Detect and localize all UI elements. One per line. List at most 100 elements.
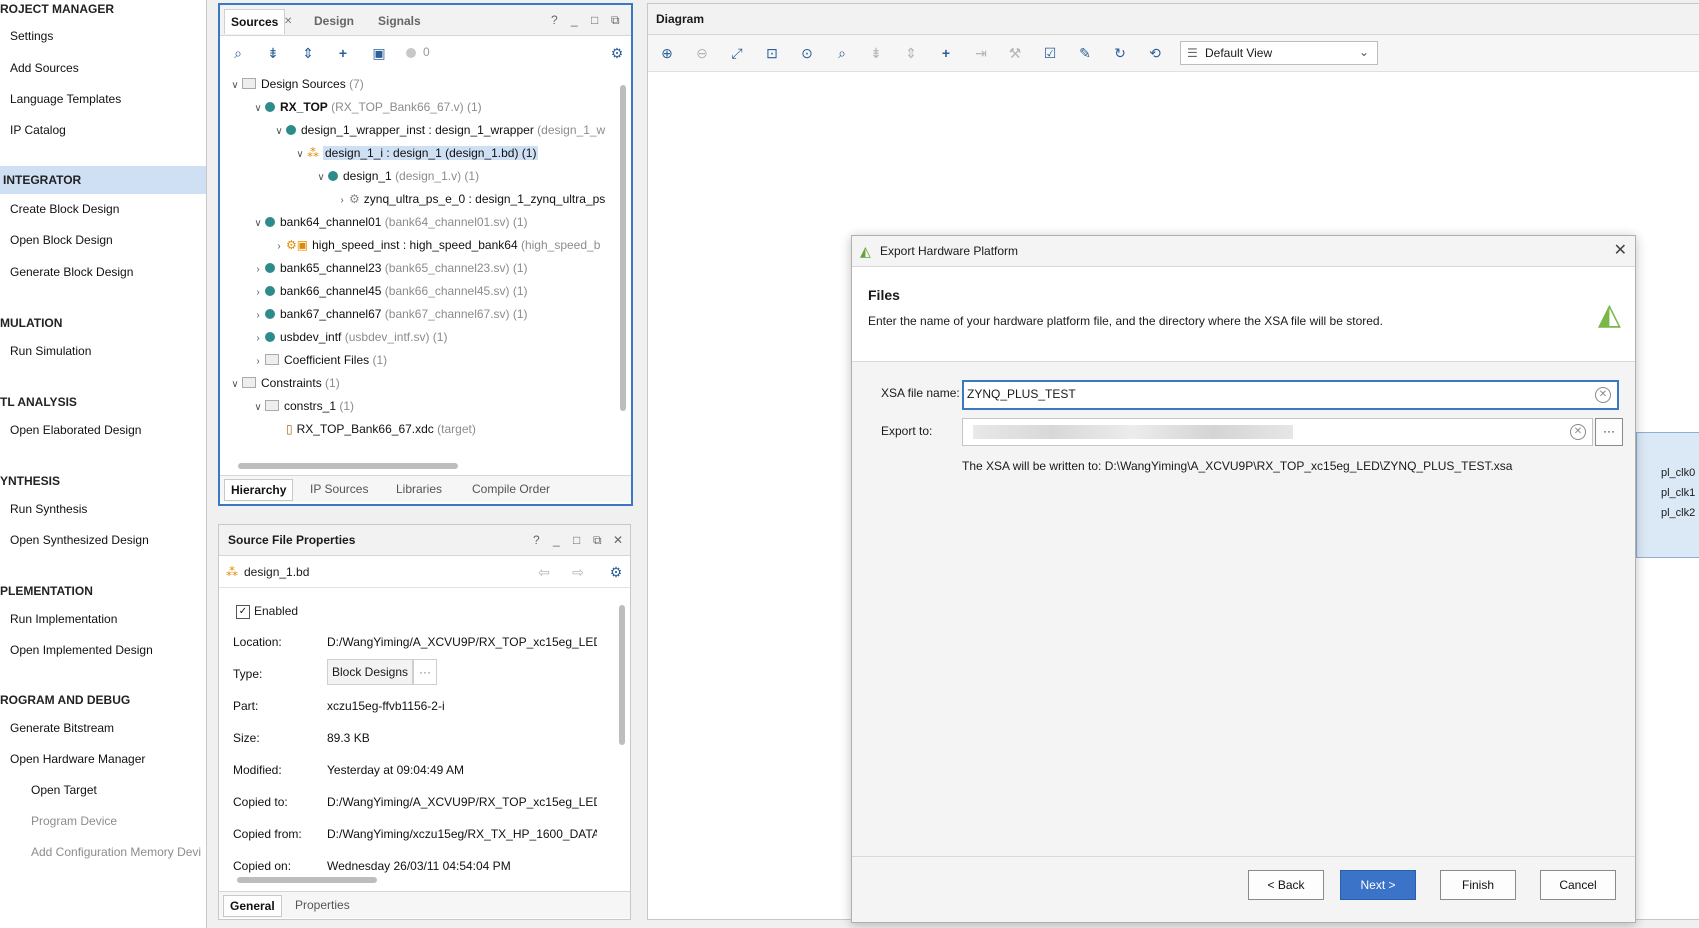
- nav-create-block-design[interactable]: Create Block Design: [10, 202, 119, 216]
- tab-sources[interactable]: Sources: [224, 9, 286, 34]
- section-ip-integrator[interactable]: INTEGRATOR: [0, 166, 206, 194]
- tree-row[interactable]: ∨ constrs_1 (1): [251, 395, 354, 417]
- nav-open-target[interactable]: Open Target: [31, 783, 97, 797]
- nav-settings[interactable]: Settings: [10, 29, 53, 43]
- center-icon[interactable]: ⊙: [798, 44, 816, 62]
- clear-icon[interactable]: ✕: [1570, 424, 1586, 440]
- collapse-icon[interactable]: ⇟: [867, 44, 885, 62]
- close-icon[interactable]: ✕: [613, 533, 623, 547]
- add-icon[interactable]: +: [334, 44, 352, 62]
- add-ip-icon[interactable]: +: [937, 44, 955, 62]
- nav-run-synthesis[interactable]: Run Synthesis: [10, 502, 87, 516]
- tree-row[interactable]: ∨ Constraints (1): [228, 372, 339, 394]
- tab-hierarchy[interactable]: Hierarchy: [224, 479, 294, 501]
- nav-open-block-design[interactable]: Open Block Design: [10, 233, 113, 247]
- finish-button[interactable]: Finish: [1440, 870, 1516, 900]
- expand-icon[interactable]: ⇕: [902, 44, 920, 62]
- section-synthesis[interactable]: YNTHESIS: [0, 474, 60, 488]
- validate-icon[interactable]: ☑: [1041, 44, 1059, 62]
- more-icon[interactable]: ···: [413, 659, 437, 685]
- export-to-input[interactable]: ✕: [962, 418, 1593, 446]
- nav-generate-block-design[interactable]: Generate Block Design: [10, 265, 133, 279]
- refresh-icon[interactable]: ↻: [1111, 44, 1129, 62]
- type-button[interactable]: Block Designs: [327, 659, 414, 685]
- tab-general[interactable]: General: [223, 895, 282, 917]
- minimize-icon[interactable]: _: [553, 533, 560, 547]
- tree-row[interactable]: › ⚙▣ high_speed_inst : high_speed_bank64 (…: [272, 234, 600, 256]
- vertical-scrollbar[interactable]: [618, 591, 626, 871]
- tree-row[interactable]: › bank65_channel23 (bank65_channel23.sv) …: [251, 257, 527, 279]
- tree-row[interactable]: › bank66_channel45 (bank66_channel45.sv) …: [251, 280, 527, 302]
- next-button[interactable]: Next >: [1340, 870, 1416, 900]
- back-arrow-icon[interactable]: ⇦: [535, 563, 553, 581]
- tab-signals[interactable]: Signals: [372, 9, 427, 33]
- close-icon[interactable]: ✕: [1614, 240, 1627, 260]
- expand-all-icon[interactable]: ⇕: [299, 44, 317, 62]
- connect-icon[interactable]: ⇥: [972, 44, 990, 62]
- browse-button[interactable]: ···: [1595, 418, 1623, 446]
- section-rtl-analysis[interactable]: TL ANALYSIS: [0, 395, 77, 409]
- nav-generate-bitstream[interactable]: Generate Bitstream: [10, 721, 114, 735]
- float-icon[interactable]: ⧉: [593, 533, 602, 548]
- search-icon[interactable]: ⌕: [833, 44, 851, 62]
- forward-arrow-icon[interactable]: ⇨: [569, 563, 587, 581]
- tree-row[interactable]: › Coefficient Files (1): [251, 349, 387, 371]
- properties-icon[interactable]: ▣: [370, 44, 388, 62]
- float-icon[interactable]: ⧉: [611, 13, 620, 28]
- section-project-manager[interactable]: ROJECT MANAGER: [0, 2, 114, 16]
- tree-row[interactable]: ▯ RX_TOP_Bank66_67.xdc (target): [286, 418, 476, 440]
- gear-icon[interactable]: ⚙: [608, 44, 626, 62]
- nav-open-elaborated-design[interactable]: Open Elaborated Design: [10, 423, 141, 437]
- collapse-all-icon[interactable]: ⇟: [264, 44, 282, 62]
- nav-open-implemented-design[interactable]: Open Implemented Design: [10, 643, 153, 657]
- nav-run-simulation[interactable]: Run Simulation: [10, 344, 91, 358]
- tree-row[interactable]: › ⚙ zynq_ultra_ps_e_0 : design_1_zynq_ultr…: [335, 188, 605, 210]
- nav-run-implementation[interactable]: Run Implementation: [10, 612, 117, 626]
- gear-icon[interactable]: ⚙: [607, 563, 625, 581]
- regenerate-icon[interactable]: ⟲: [1146, 44, 1164, 62]
- horizontal-scrollbar[interactable]: [224, 461, 614, 471]
- tree-row[interactable]: ∨ ⁂ design_1_i : design_1 (design_1.bd) (1…: [293, 142, 539, 164]
- pin-icon[interactable]: ✎: [1076, 44, 1094, 62]
- horizontal-scrollbar[interactable]: [223, 875, 613, 885]
- help-icon[interactable]: ?: [533, 533, 540, 547]
- tree-row[interactable]: ∨ Design Sources (7): [228, 73, 363, 95]
- zoom-fit-icon[interactable]: ⤢: [728, 44, 746, 62]
- tab-ip-sources[interactable]: IP Sources: [304, 479, 374, 499]
- section-program-debug[interactable]: ROGRAM AND DEBUG: [0, 693, 130, 707]
- search-icon[interactable]: ⌕: [229, 44, 247, 62]
- tab-compile-order[interactable]: Compile Order: [466, 479, 556, 499]
- close-icon[interactable]: ✕: [284, 16, 292, 27]
- tab-properties[interactable]: Properties: [289, 895, 356, 915]
- zoom-out-icon[interactable]: ⊖: [693, 44, 711, 62]
- tree-row[interactable]: ∨ RX_TOP (RX_TOP_Bank66_67.v) (1): [251, 96, 481, 118]
- tree-row[interactable]: › usbdev_intf (usbdev_intf.sv) (1): [251, 326, 447, 348]
- maximize-icon[interactable]: □: [573, 533, 580, 547]
- nav-language-templates[interactable]: Language Templates: [10, 92, 121, 106]
- nav-ip-catalog[interactable]: IP Catalog: [10, 123, 66, 137]
- cancel-button[interactable]: Cancel: [1540, 870, 1616, 900]
- vertical-scrollbar[interactable]: [619, 71, 627, 461]
- tree-row[interactable]: ∨ design_1_wrapper_inst : design_1_wrappe…: [272, 119, 605, 141]
- xsa-file-name-input[interactable]: ZYNQ_PLUS_TEST ✕: [962, 380, 1619, 410]
- section-implementation[interactable]: PLEMENTATION: [0, 584, 93, 598]
- wrench-icon[interactable]: ⚒: [1006, 44, 1024, 62]
- view-select[interactable]: ☰ Default View ⌄: [1180, 41, 1378, 65]
- tree-row[interactable]: › bank67_channel67 (bank67_channel67.sv) …: [251, 303, 527, 325]
- nav-add-sources[interactable]: Add Sources: [10, 61, 79, 75]
- ip-block[interactable]: pl_clk0 pl_clk1 pl_clk2: [1636, 432, 1699, 558]
- nav-open-synthesized-design[interactable]: Open Synthesized Design: [10, 533, 149, 547]
- tree-row[interactable]: ∨ bank64_channel01 (bank64_channel01.sv) …: [251, 211, 527, 233]
- enabled-checkbox[interactable]: ✓: [236, 605, 250, 619]
- back-button[interactable]: < Back: [1248, 870, 1324, 900]
- minimize-icon[interactable]: _: [571, 13, 578, 27]
- tree-row[interactable]: ∨ design_1 (design_1.v) (1): [314, 165, 479, 187]
- section-simulation[interactable]: MULATION: [0, 316, 62, 330]
- clear-icon[interactable]: ✕: [1595, 387, 1611, 403]
- help-icon[interactable]: ?: [551, 13, 558, 27]
- tab-design[interactable]: Design: [308, 9, 360, 33]
- tab-libraries[interactable]: Libraries: [390, 479, 448, 499]
- zoom-area-icon[interactable]: ⊡: [763, 44, 781, 62]
- nav-open-hardware-manager[interactable]: Open Hardware Manager: [10, 752, 145, 766]
- zoom-in-icon[interactable]: ⊕: [658, 44, 676, 62]
